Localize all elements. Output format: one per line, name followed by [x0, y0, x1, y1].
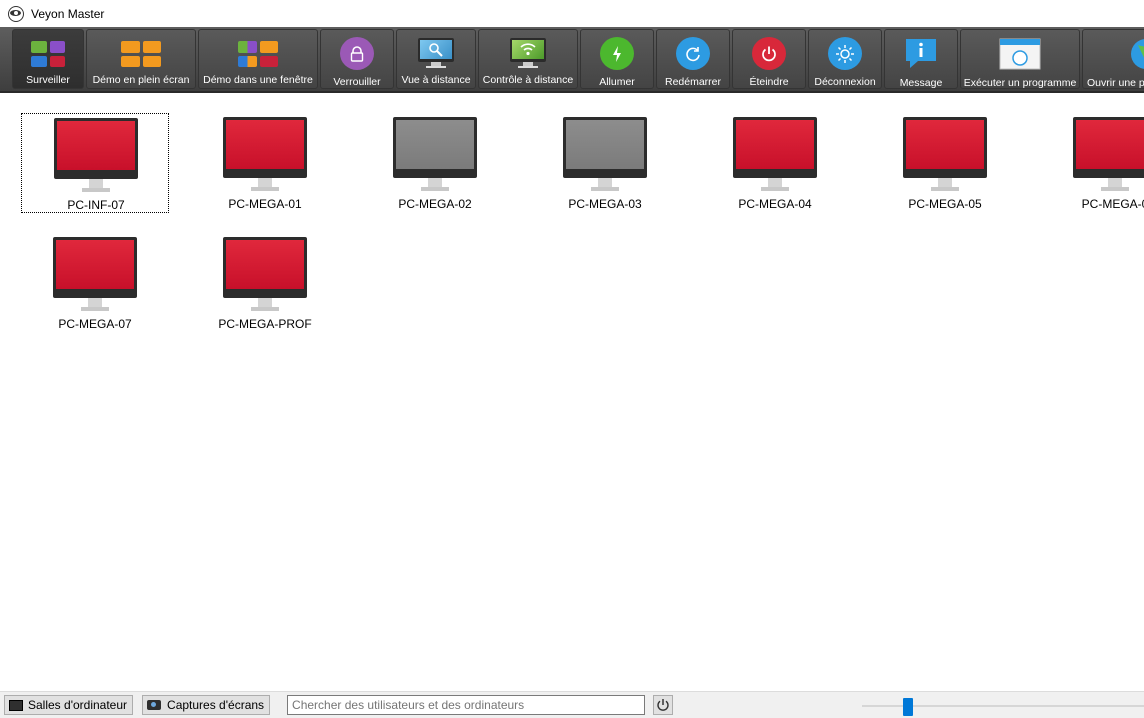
computer-tile[interactable]: PC-MEGA-PROF: [191, 233, 339, 333]
computer-grid: PC-INF-07 PC-MEGA-01 PC-MEGA-02 PC-MEGA-…: [0, 95, 1144, 691]
remote-view-label: Vue à distance: [401, 74, 471, 86]
zoom-slider[interactable]: [862, 698, 1144, 716]
power-off-label: Éteindre: [749, 76, 789, 88]
power-off-button[interactable]: Éteindre: [732, 29, 806, 89]
monitor-icon: [223, 237, 307, 311]
status-bar: Salles d'ordinateur Captures d'écrans: [0, 691, 1144, 718]
logout-icon: [828, 37, 862, 70]
monitor-icon: [53, 237, 137, 311]
monitor-icon: [1073, 117, 1144, 191]
message-icon: [904, 37, 938, 71]
veyon-eye-icon: [8, 5, 24, 22]
toolbar: Surveiller Démo en plein écran Démo dans…: [0, 27, 1144, 93]
run-program-icon: [999, 37, 1041, 71]
computer-name: PC-MEGA-03: [568, 197, 642, 211]
computer-tile[interactable]: PC-MEGA-02: [361, 113, 509, 213]
computer-tile[interactable]: PC-MEGA-01: [191, 113, 339, 213]
monitor-icon: [223, 117, 307, 191]
window-demo-icon: [238, 41, 278, 67]
reboot-icon: [676, 37, 710, 70]
monitor-icon: [9, 699, 23, 711]
computer-rooms-button[interactable]: Salles d'ordinateur: [4, 695, 134, 715]
monitor-button[interactable]: Surveiller: [12, 29, 84, 89]
logout-button[interactable]: Déconnexion: [808, 29, 882, 89]
computer-rooms-label: Salles d'ordinateur: [28, 698, 128, 712]
monitor-icon: [733, 117, 817, 191]
fullscreen-demo-label: Démo en plein écran: [92, 74, 190, 86]
computer-tile[interactable]: PC-MEGA-07: [21, 233, 169, 333]
power-on-label: Allumer: [599, 76, 635, 88]
remote-control-icon: [508, 38, 548, 68]
computer-tile[interactable]: PC-MEGA-03: [531, 113, 679, 213]
monitor-icon: [393, 117, 477, 191]
computer-tile[interactable]: PC-MEGA-0: [1041, 113, 1144, 213]
computer-name: PC-MEGA-0: [1081, 197, 1144, 211]
zoom-slider-handle[interactable]: [903, 698, 913, 716]
window-title: Veyon Master: [31, 6, 105, 21]
power-on-icon: [600, 37, 634, 70]
reboot-button[interactable]: Redémarrer: [656, 29, 730, 89]
screenshots-label: Captures d'écrans: [167, 698, 265, 712]
title-bar: Veyon Master: [0, 0, 1144, 27]
camera-icon: [147, 700, 162, 710]
lock-label: Verrouiller: [333, 76, 381, 88]
computer-tile[interactable]: PC-MEGA-05: [871, 113, 1019, 213]
power-icon: [657, 699, 669, 711]
monitor-grid-icon: [31, 41, 65, 67]
open-website-button[interactable]: Ouvrir une p: [1082, 29, 1144, 89]
window-demo-button[interactable]: Démo dans une fenêtre: [198, 29, 318, 89]
message-button[interactable]: Message: [884, 29, 958, 89]
window-demo-label: Démo dans une fenêtre: [203, 74, 313, 86]
remote-view-button[interactable]: Vue à distance: [396, 29, 476, 89]
remote-view-icon: [416, 38, 456, 68]
monitor-button-label: Surveiller: [26, 74, 70, 86]
computer-tile[interactable]: PC-MEGA-04: [701, 113, 849, 213]
globe-icon: [1129, 37, 1144, 71]
computer-name: PC-MEGA-07: [58, 317, 132, 331]
fullscreen-demo-icon: [121, 41, 161, 67]
message-label: Message: [899, 77, 943, 89]
computer-name: PC-MEGA-02: [398, 197, 472, 211]
computer-name: PC-INF-07: [67, 198, 125, 212]
screenshots-button[interactable]: Captures d'écrans: [142, 695, 271, 715]
lock-icon: [340, 37, 374, 70]
run-program-label: Exécuter un programme: [963, 77, 1077, 89]
remote-control-button[interactable]: Contrôle à distance: [478, 29, 578, 89]
power-off-icon: [752, 37, 786, 70]
run-program-button[interactable]: Exécuter un programme: [960, 29, 1080, 89]
monitor-icon: [563, 117, 647, 191]
lock-button[interactable]: Verrouiller: [320, 29, 394, 89]
computer-name: PC-MEGA-04: [738, 197, 812, 211]
computer-name: PC-MEGA-01: [228, 197, 302, 211]
computer-name: PC-MEGA-05: [908, 197, 982, 211]
logout-label: Déconnexion: [814, 76, 876, 88]
reboot-label: Redémarrer: [664, 76, 722, 88]
remote-control-label: Contrôle à distance: [482, 74, 574, 86]
search-input[interactable]: [287, 695, 646, 715]
monitor-icon: [54, 118, 138, 192]
power-on-button[interactable]: Allumer: [580, 29, 654, 89]
computer-name: PC-MEGA-PROF: [218, 317, 312, 331]
power-filter-button[interactable]: [653, 695, 674, 715]
computer-tile[interactable]: PC-INF-07: [21, 113, 169, 213]
fullscreen-demo-button[interactable]: Démo en plein écran: [86, 29, 196, 89]
monitor-icon: [903, 117, 987, 191]
open-website-label: Ouvrir une p: [1087, 77, 1144, 89]
